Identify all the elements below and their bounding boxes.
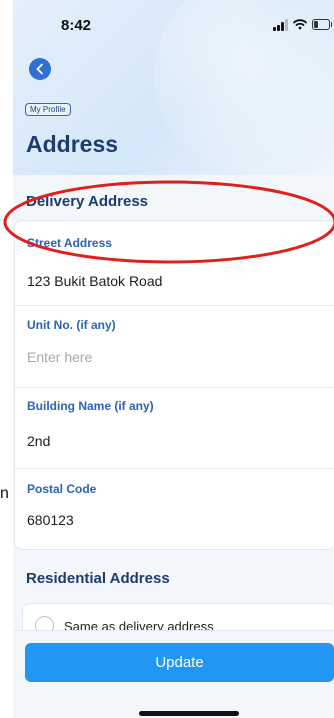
- wifi-icon: [293, 19, 307, 30]
- clipped-background-text: n: [0, 485, 9, 502]
- unit-no-input[interactable]: Enter here: [27, 349, 92, 365]
- back-button[interactable]: [29, 58, 51, 80]
- postal-code-input[interactable]: 680123: [27, 512, 74, 528]
- status-time: 8:42: [61, 17, 92, 34]
- building-name-field[interactable]: Building Name (if any) 2nd: [15, 388, 334, 468]
- page-title: Address: [26, 131, 119, 157]
- home-indicator: [139, 711, 239, 716]
- postal-code-label: Postal Code: [27, 482, 97, 496]
- delivery-section-title: Delivery Address: [26, 193, 149, 210]
- update-button[interactable]: Update: [25, 643, 334, 682]
- signal-icon: [273, 19, 289, 31]
- unit-no-label: Unit No. (if any): [27, 318, 116, 332]
- chevron-left-icon: [36, 63, 43, 75]
- residential-section-title: Residential Address: [26, 570, 170, 587]
- breadcrumb[interactable]: My Profile: [25, 103, 71, 116]
- battery-icon: [312, 19, 332, 30]
- bottom-action-bar: Update: [13, 630, 334, 718]
- street-address-field[interactable]: Street Address 123 Bukit Batok Road: [15, 221, 334, 305]
- postal-code-field[interactable]: Postal Code 680123: [15, 469, 334, 549]
- unit-no-field[interactable]: Unit No. (if any) Enter here: [15, 306, 334, 387]
- street-address-label: Street Address: [27, 236, 112, 250]
- building-name-input[interactable]: 2nd: [27, 433, 50, 449]
- street-address-input[interactable]: 123 Bukit Batok Road: [27, 273, 162, 289]
- delivery-address-card: Street Address 123 Bukit Batok Road Unit…: [14, 220, 334, 550]
- building-name-label: Building Name (if any): [27, 399, 154, 413]
- status-bar: 8:42: [13, 0, 334, 40]
